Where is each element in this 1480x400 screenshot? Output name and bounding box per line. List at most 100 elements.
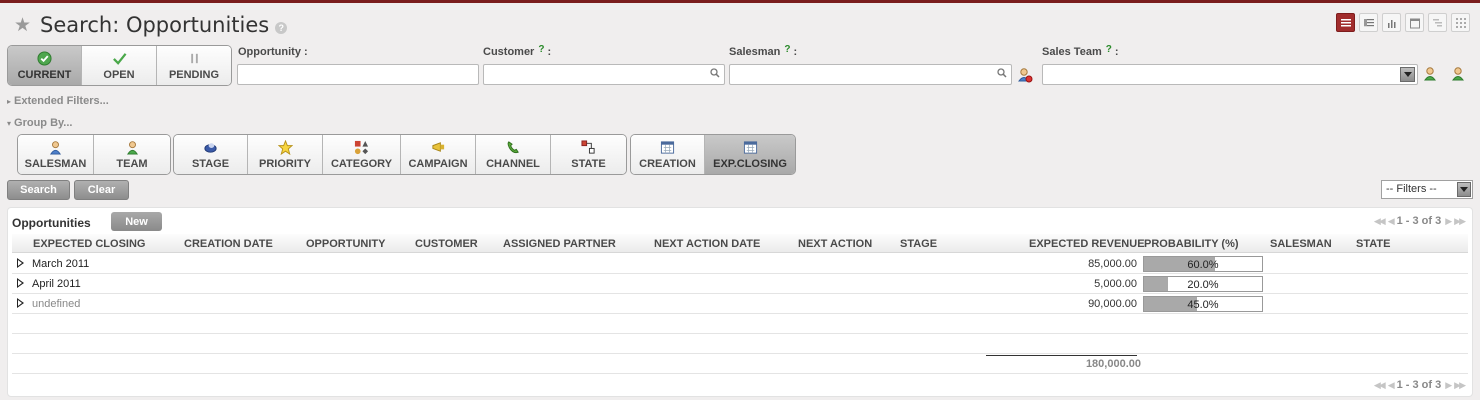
state-icon: [581, 140, 595, 154]
group-by-salesman-button[interactable]: SALESMAN: [18, 135, 94, 174]
filters-select-value: -- Filters --: [1386, 183, 1437, 195]
gantt-view-button[interactable]: [1428, 13, 1447, 32]
gantt-icon: [1432, 18, 1442, 26]
sales-team-help-icon[interactable]: ?: [1106, 44, 1112, 55]
filter-current-button[interactable]: CURRENT: [8, 46, 82, 85]
column-header[interactable]: PROBABILITY (%): [1144, 238, 1239, 250]
filters-select[interactable]: -- Filters --: [1381, 180, 1473, 199]
first-page-icon[interactable]: ◀◀: [1374, 380, 1386, 391]
opportunities-grid: Opportunities New ◀◀ ◀ 1 - 3 of 3 ▶ ▶▶ E…: [7, 207, 1473, 397]
group-by-attributes: STAGE PRIORITY CATEGORY CAMPAIGN CHANNEL…: [173, 134, 627, 175]
group-row[interactable]: March 2011 85,000.00 60.0%: [12, 254, 1468, 274]
last-page-icon[interactable]: ▶▶: [1454, 380, 1466, 391]
group-by-stage-button[interactable]: STAGE: [174, 135, 248, 174]
my-user-filter-icon[interactable]: [1017, 67, 1033, 83]
salesman-help-icon[interactable]: ?: [784, 44, 790, 55]
expected-revenue-value: 90,000.00: [1088, 298, 1137, 310]
group-by-team-button[interactable]: TEAM: [94, 135, 170, 174]
phone-icon: [507, 141, 519, 154]
extended-filters-toggle[interactable]: ▸ Extended Filters...: [7, 95, 109, 107]
help-icon[interactable]: ?: [275, 22, 288, 34]
category-icon: [354, 140, 369, 155]
customer-label: Customer?:: [483, 44, 551, 58]
pager-top: ◀◀ ◀ 1 - 3 of 3 ▶ ▶▶: [1374, 215, 1466, 227]
form-view-button[interactable]: [1359, 13, 1378, 32]
group-by-label: Group By...: [14, 117, 73, 129]
expected-revenue-value: 85,000.00: [1088, 258, 1137, 270]
grid-title: Opportunities: [12, 216, 91, 230]
filter-pending-button[interactable]: PENDING: [157, 46, 231, 85]
team-filter-icon[interactable]: [1422, 66, 1438, 82]
probability-bar: 60.0%: [1143, 256, 1263, 272]
salesman-input[interactable]: [729, 64, 1012, 85]
my-team-filter-icon[interactable]: [1450, 66, 1466, 82]
group-by-channel-button[interactable]: CHANNEL: [476, 135, 551, 174]
first-page-icon[interactable]: ◀◀: [1374, 216, 1386, 227]
clear-button[interactable]: Clear: [74, 180, 129, 200]
group-by-category-button[interactable]: CATEGORY: [323, 135, 401, 174]
column-header[interactable]: CUSTOMER: [415, 238, 478, 250]
probability-bar: 20.0%: [1143, 276, 1263, 292]
expand-triangle-icon[interactable]: [17, 298, 24, 308]
group-row[interactable]: undefined 90,000.00 45.0%: [12, 294, 1468, 314]
state-filter-group: CURRENT OPEN PENDING: [7, 45, 232, 86]
team-icon: [126, 141, 138, 155]
favorite-star-icon[interactable]: ★: [14, 16, 31, 35]
extended-filters-label: Extended Filters...: [14, 95, 109, 107]
new-button[interactable]: New: [111, 212, 162, 231]
column-header[interactable]: EXPECTED REVENUE: [1029, 238, 1145, 250]
group-by-priority-button[interactable]: PRIORITY: [248, 135, 323, 174]
column-header[interactable]: STATE: [1356, 238, 1390, 250]
group-by-creation-button[interactable]: CREATION: [631, 135, 705, 174]
filter-current-label: CURRENT: [17, 69, 72, 81]
search-icon[interactable]: [710, 68, 720, 78]
expand-triangle-icon[interactable]: [17, 258, 24, 268]
group-by-stage-label: STAGE: [191, 158, 230, 170]
expected-revenue-value: 5,000.00: [1094, 278, 1137, 290]
group-row[interactable]: April 2011 5,000.00 20.0%: [12, 274, 1468, 294]
filter-pending-label: PENDING: [168, 69, 220, 81]
search-icon[interactable]: [997, 68, 1007, 78]
calendar-view-button[interactable]: [1405, 13, 1424, 32]
previous-page-icon[interactable]: ◀: [1388, 216, 1395, 227]
column-header[interactable]: ASSIGNED PARTNER: [503, 238, 616, 250]
customer-input[interactable]: [483, 64, 725, 85]
pager-bottom: ◀◀ ◀ 1 - 3 of 3 ▶ ▶▶: [1374, 379, 1466, 391]
group-by-salesman-label: SALESMAN: [24, 158, 87, 170]
previous-page-icon[interactable]: ◀: [1388, 380, 1395, 391]
customer-help-icon[interactable]: ?: [538, 44, 544, 55]
opportunity-input[interactable]: [237, 64, 479, 85]
column-header[interactable]: CREATION DATE: [184, 238, 273, 250]
expand-triangle-icon[interactable]: [17, 278, 24, 288]
group-by-dates: CREATION EXP.CLOSING: [630, 134, 796, 175]
column-header[interactable]: STAGE: [900, 238, 937, 250]
column-header[interactable]: EXPECTED CLOSING: [33, 238, 145, 250]
filter-open-label: OPEN: [103, 69, 135, 81]
pager-text[interactable]: 1 - 3 of 3: [1397, 379, 1442, 391]
next-page-icon[interactable]: ▶: [1445, 380, 1452, 391]
column-header[interactable]: SALESMAN: [1270, 238, 1332, 250]
grid-view-button[interactable]: [1451, 13, 1470, 32]
column-header[interactable]: NEXT ACTION: [798, 238, 872, 250]
probability-text: 20.0%: [1187, 279, 1219, 291]
search-button[interactable]: Search: [7, 180, 70, 200]
group-by-toggle[interactable]: ▾ Group By...: [7, 117, 72, 129]
sales-team-select[interactable]: [1042, 64, 1418, 85]
group-by-state-button[interactable]: STATE: [551, 135, 626, 174]
collapsed-triangle-icon: ▸: [7, 97, 12, 106]
next-page-icon[interactable]: ▶: [1445, 216, 1452, 227]
group-by-exp-closing-button[interactable]: EXP.CLOSING: [705, 135, 795, 174]
customer-label-text: Customer: [483, 46, 535, 58]
dropdown-arrow-icon[interactable]: [1400, 67, 1415, 82]
dropdown-arrow-icon[interactable]: [1457, 182, 1471, 197]
column-header[interactable]: NEXT ACTION DATE: [654, 238, 760, 250]
column-header[interactable]: OPPORTUNITY: [306, 238, 385, 250]
group-by-campaign-button[interactable]: CAMPAIGN: [401, 135, 476, 174]
list-view-button[interactable]: [1336, 13, 1355, 32]
group-label: undefined: [32, 298, 81, 310]
last-page-icon[interactable]: ▶▶: [1454, 216, 1466, 227]
list-icon: [1340, 18, 1351, 26]
pager-text[interactable]: 1 - 3 of 3: [1397, 215, 1442, 227]
filter-open-button[interactable]: OPEN: [82, 46, 157, 85]
graph-view-button[interactable]: [1382, 13, 1401, 32]
